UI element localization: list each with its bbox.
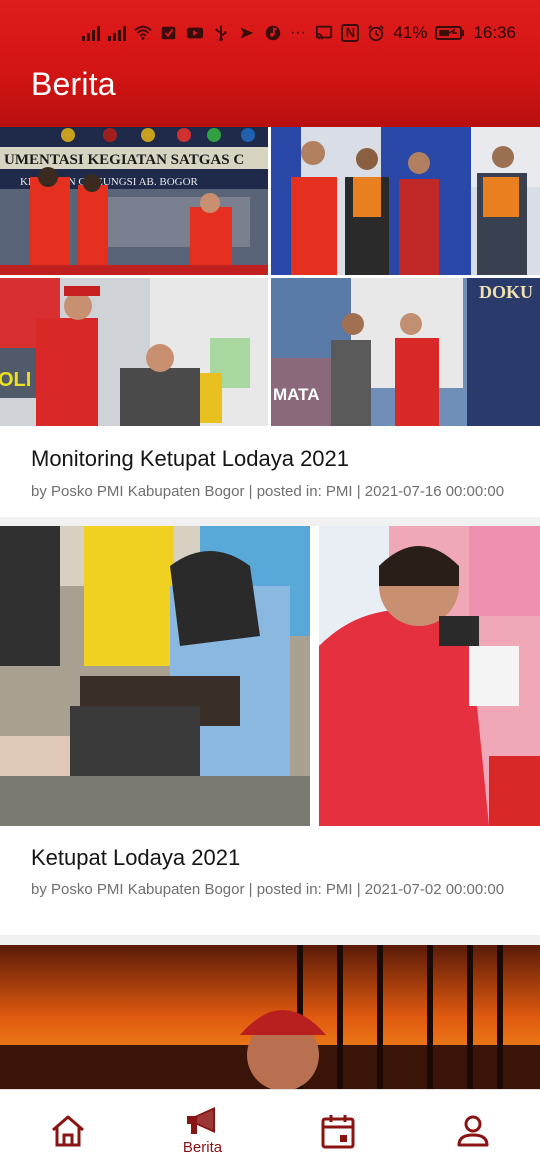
usb-icon <box>215 25 227 42</box>
news-card[interactable]: Ketupat Lodaya 2021 by Posko PMI Kabupat… <box>0 526 540 935</box>
news-photo <box>319 526 540 826</box>
nav-calendar[interactable] <box>270 1090 405 1170</box>
clock-time: 16:36 <box>473 23 516 42</box>
battery-icon <box>435 26 465 40</box>
calendar-icon <box>321 1114 354 1148</box>
alarm-icon <box>368 25 385 42</box>
news-photo: MATA DOKU <box>271 278 540 426</box>
screen: ··· N 41% 16:36 Berita UMENTASI KEGIATAN… <box>0 0 540 1170</box>
news-photo: OLI <box>0 278 268 426</box>
nav-berita-label: Berita <box>182 1139 223 1156</box>
status-left-icons: ··· <box>82 22 306 44</box>
megaphone-icon <box>186 1107 215 1134</box>
news-card-image-collage[interactable]: UMENTASI KEGIATAN SATGAS C KE MATAN CILE… <box>0 127 540 426</box>
banner-text: UMENTASI KEGIATAN SATGAS C <box>4 152 244 168</box>
home-icon <box>51 1115 84 1146</box>
news-photo <box>271 127 540 275</box>
nav-berita[interactable]: Berita <box>135 1090 270 1170</box>
nav-home[interactable] <box>0 1090 135 1170</box>
bottom-navigation: Berita <box>0 1089 540 1170</box>
article-meta: by Posko PMI Kabupaten Bogor | posted in… <box>31 483 505 500</box>
news-card[interactable]: UMENTASI KEGIATAN SATGAS C KE MATAN CILE… <box>0 127 540 517</box>
nav-profile[interactable] <box>405 1090 540 1170</box>
news-feed[interactable]: UMENTASI KEGIATAN SATGAS C KE MATAN CILE… <box>0 127 540 1089</box>
article-title[interactable]: Ketupat Lodaya 2021 <box>31 845 240 871</box>
signal-icon <box>82 25 100 41</box>
wifi-icon <box>134 25 152 40</box>
article-title[interactable]: Monitoring Ketupat Lodaya 2021 <box>31 446 349 472</box>
building-text: MATA <box>273 385 320 404</box>
navigation-icon <box>240 27 254 39</box>
status-right-icons: N 41% 16:36 <box>315 22 516 44</box>
app-header: ··· N 41% 16:36 Berita <box>0 0 540 127</box>
news-photo <box>0 945 540 1089</box>
article-meta: by Posko PMI Kabupaten Bogor | posted in… <box>31 881 505 898</box>
page-title: Berita <box>31 66 116 102</box>
news-card-image-collage[interactable] <box>0 526 540 826</box>
news-photo <box>0 526 310 826</box>
profile-icon <box>457 1115 488 1146</box>
music-icon <box>265 25 281 41</box>
banner-text: DOKU <box>479 282 533 302</box>
news-card[interactable] <box>0 945 540 1089</box>
nfc-icon: N <box>341 24 360 42</box>
van-text: OLI <box>0 369 31 391</box>
status-bar: ··· N 41% 16:36 <box>0 0 540 64</box>
news-photo: UMENTASI KEGIATAN SATGAS C KE MATAN CILE… <box>0 127 268 275</box>
checkbox-icon <box>161 26 176 40</box>
youtube-icon <box>186 27 204 39</box>
signal-2-icon <box>108 25 126 41</box>
cast-icon <box>316 25 333 40</box>
more-notifications-icon: ··· <box>290 24 306 41</box>
news-card-image[interactable] <box>0 945 540 1089</box>
battery-percent: 41% <box>393 23 428 42</box>
